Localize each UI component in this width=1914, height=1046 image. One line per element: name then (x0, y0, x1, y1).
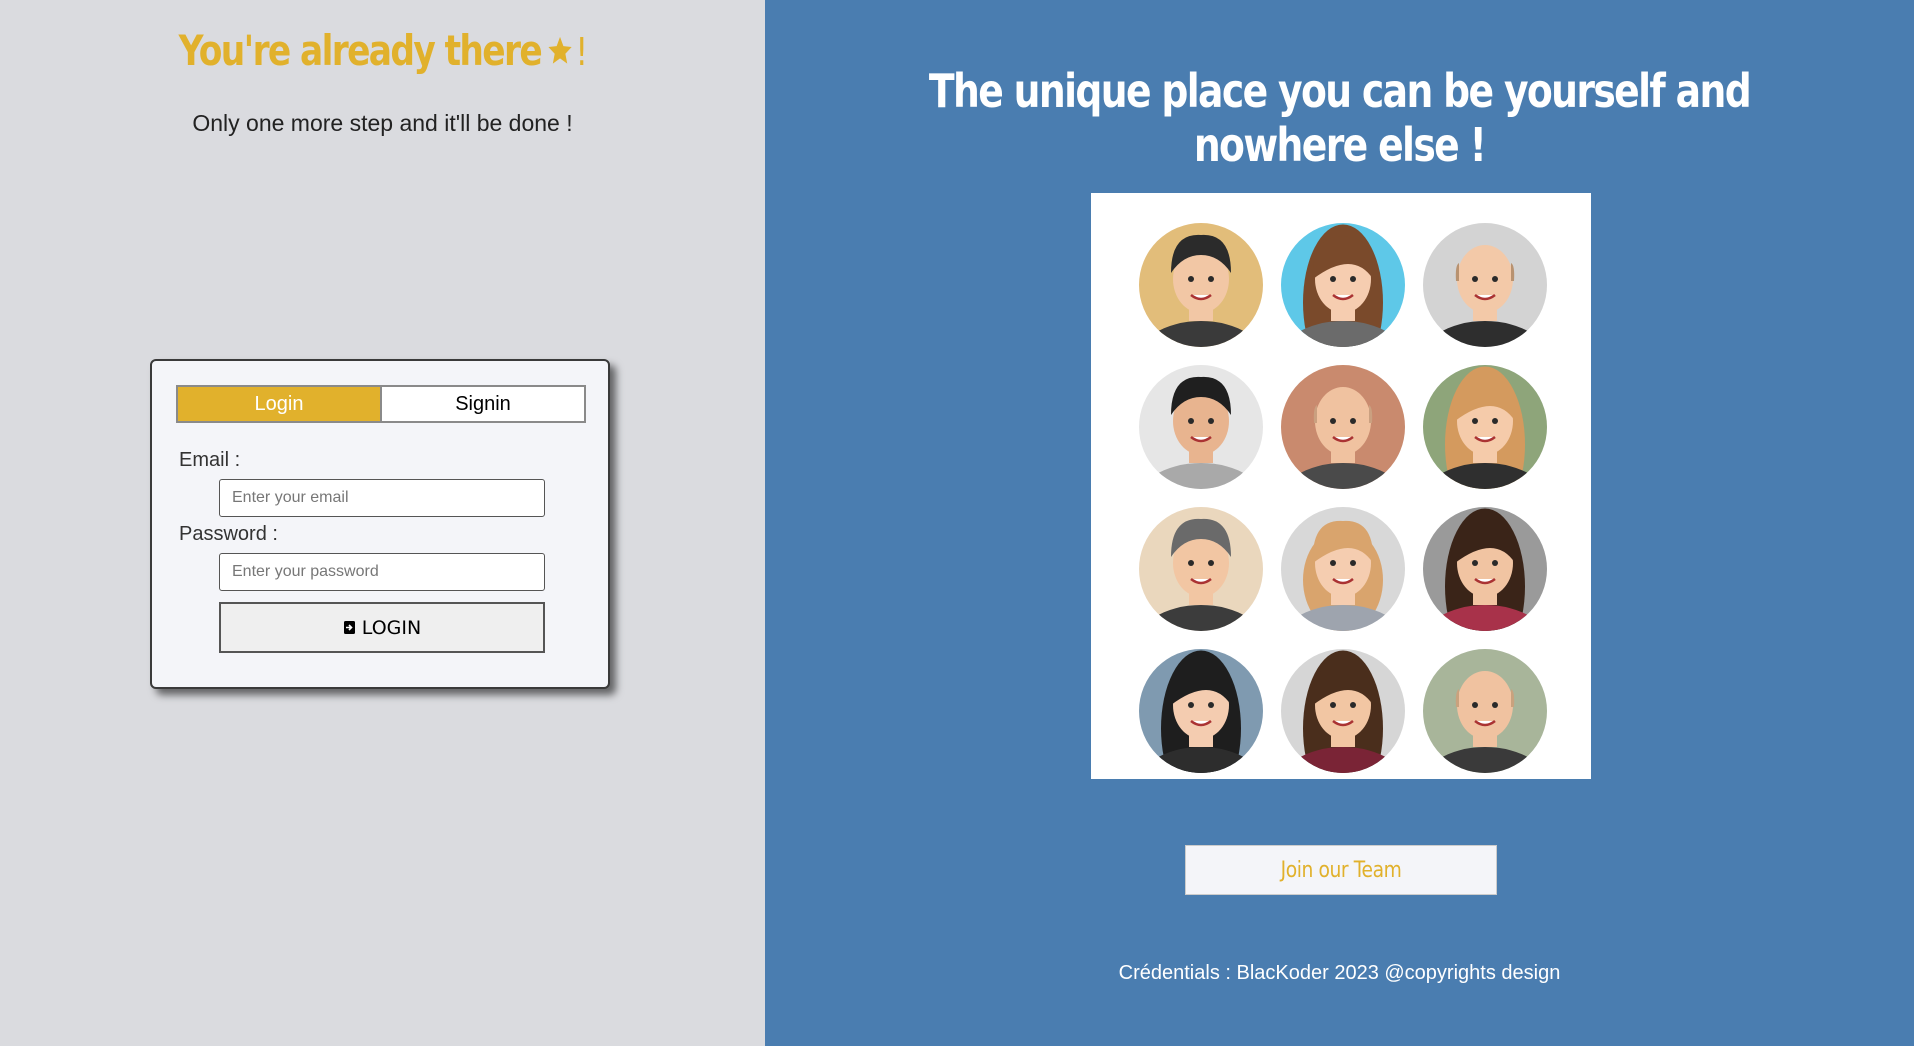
footer-credentials: Crédentials : BlacKoder 2023 @copyrights… (1118, 962, 1561, 984)
right-panel: The unique place you can be yourself and… (765, 0, 1914, 1046)
login-card: Login Signin Email : Password : LOGIN (150, 359, 610, 689)
avatar (1281, 649, 1405, 773)
email-label: Email : (179, 449, 241, 471)
page-subtitle: Only one more step and it'll be done ! (192, 110, 573, 136)
avatar-grid (1139, 223, 1547, 773)
page-title-exclamation: ! (575, 30, 589, 74)
join-team-button[interactable]: Join our Team (1185, 845, 1497, 895)
tab-signin[interactable]: Signin (382, 387, 584, 421)
page-title-text: You're already there (178, 26, 543, 75)
star-icon (546, 29, 574, 78)
left-panel: You're already there! Only one more step… (0, 0, 765, 1046)
join-team-label: Join our Team (1280, 857, 1402, 883)
hero-title: The unique place you can be yourself and… (928, 64, 1752, 172)
password-field[interactable] (219, 553, 545, 591)
password-label: Password : (179, 523, 278, 545)
avatar (1423, 649, 1547, 773)
tab-login[interactable]: Login (178, 387, 382, 421)
login-button-label: LOGIN (361, 616, 422, 639)
team-avatars-illustration (1091, 193, 1591, 779)
avatar (1139, 649, 1263, 773)
page-title: You're already there! (69, 26, 696, 78)
sign-in-icon (343, 620, 356, 635)
auth-tabs: Login Signin (176, 385, 586, 423)
login-button[interactable]: LOGIN (219, 602, 545, 653)
email-field[interactable] (219, 479, 545, 517)
